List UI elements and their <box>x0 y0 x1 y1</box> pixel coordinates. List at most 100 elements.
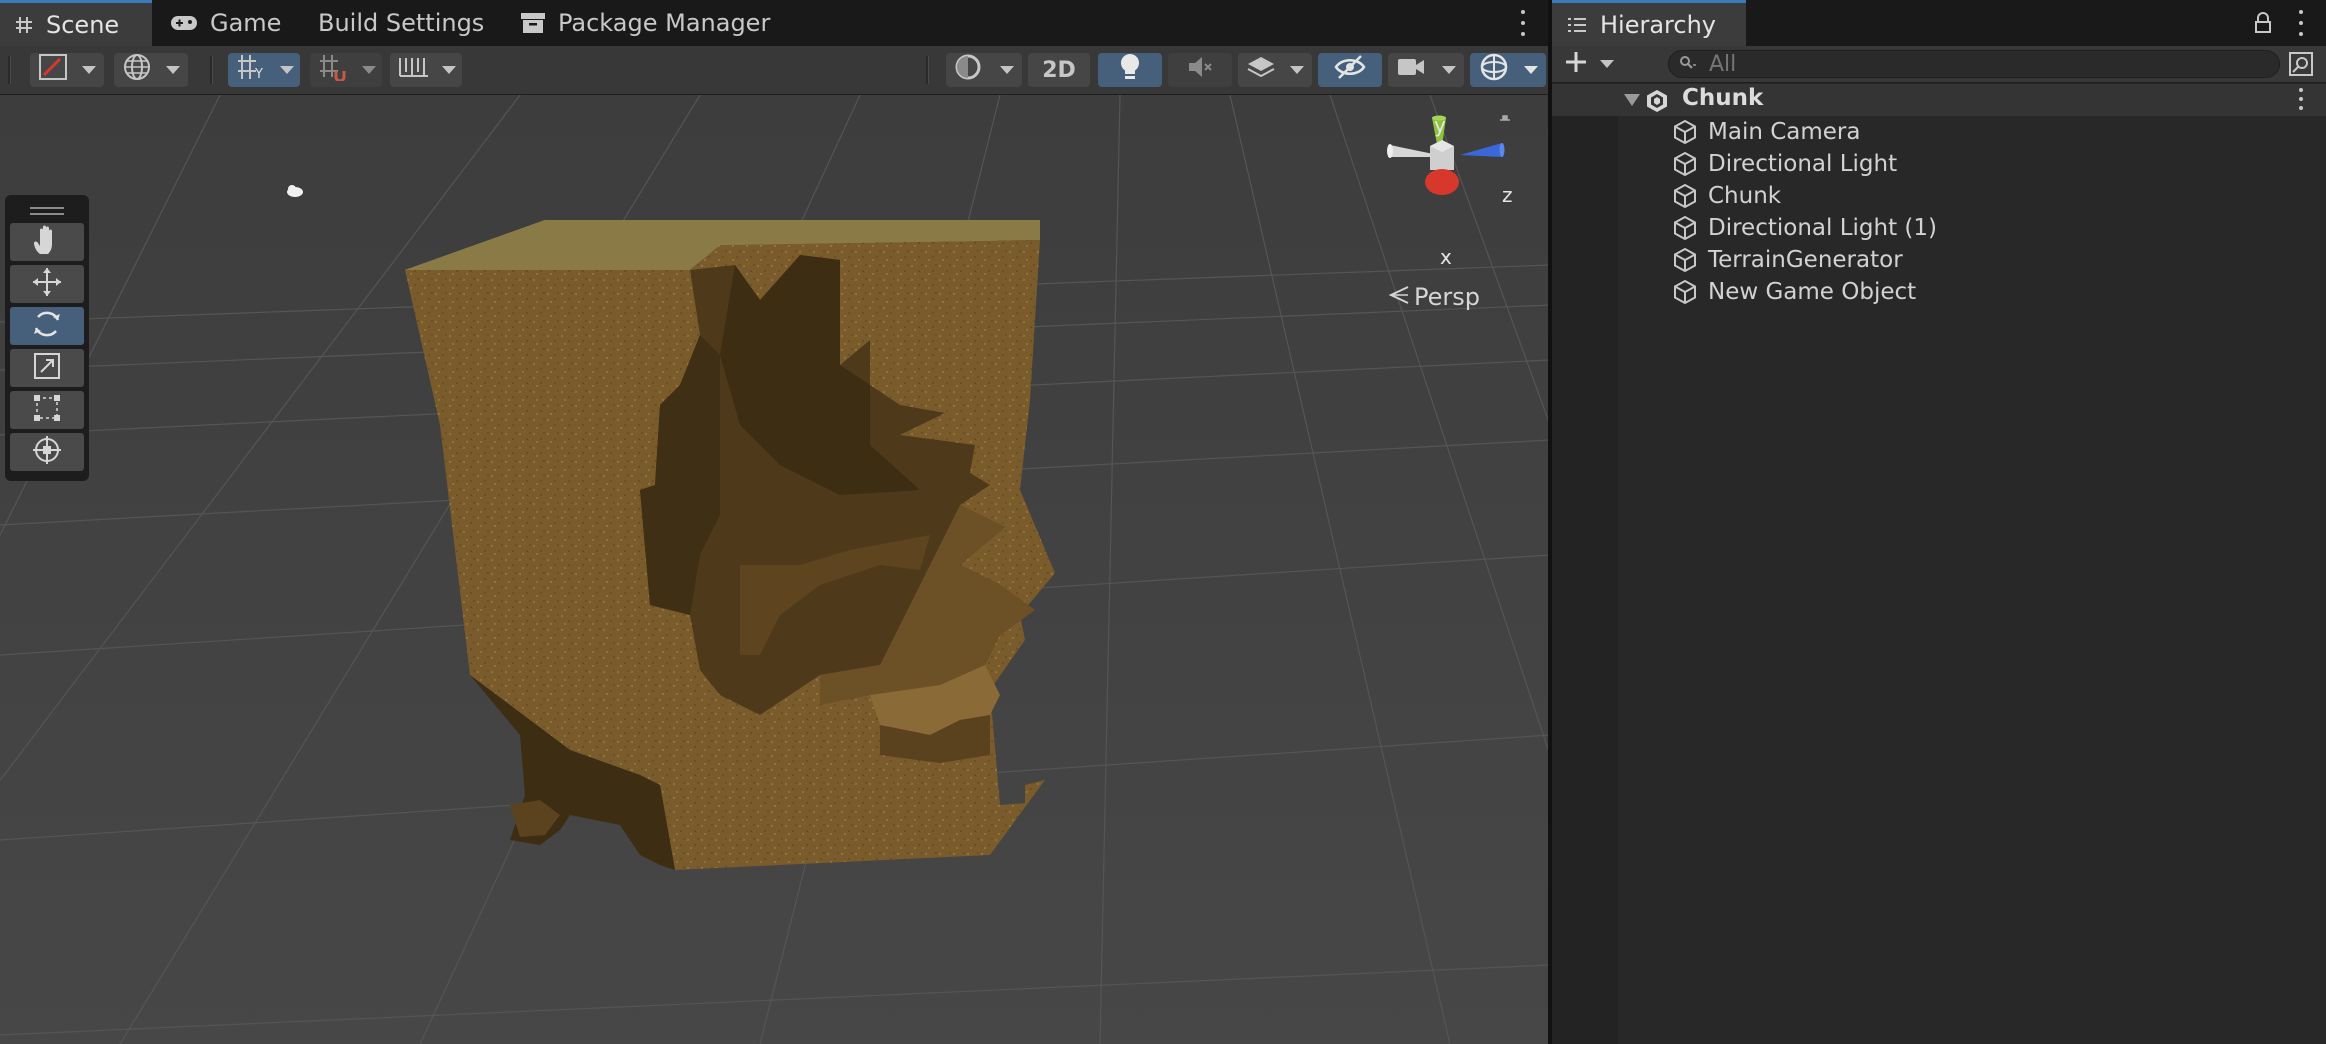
camera-icon <box>1396 55 1426 85</box>
hierarchy-gutter <box>1552 84 1618 1044</box>
chevron-down-icon <box>1290 66 1304 74</box>
rect-tool-button[interactable] <box>10 391 84 429</box>
list-item[interactable]: Main Camera <box>1672 116 1860 148</box>
chevron-down-icon <box>1442 66 1456 74</box>
grid-axis-icon: Y <box>236 53 268 87</box>
tools-palette <box>5 195 89 481</box>
scene-tabbar: Scene Game Build Settings Package Manage… <box>0 0 1550 47</box>
draw-mode-icon <box>38 53 68 87</box>
move-tool-button[interactable] <box>10 265 84 303</box>
search-icon <box>1679 52 1699 77</box>
ruler-dropdown[interactable] <box>390 53 462 87</box>
list-item[interactable]: New Game Object <box>1672 276 1916 308</box>
package-icon <box>520 12 546 34</box>
toolbar-separator <box>210 56 213 84</box>
chevron-down-icon <box>442 66 456 74</box>
tab-build-settings[interactable]: Build Settings <box>304 0 498 46</box>
snap-magnet-icon <box>318 53 348 87</box>
effects-dropdown[interactable] <box>1238 53 1312 87</box>
tab-package-manager[interactable]: Package Manager <box>506 0 784 46</box>
lock-icon[interactable] <box>2254 12 2272 38</box>
perspective-chevron-icon <box>1388 283 1410 311</box>
gizmo-y-label: y <box>1434 113 1446 137</box>
scene-visibility-toggle-button[interactable] <box>1318 53 1382 87</box>
projection-label: Persp <box>1414 283 1480 311</box>
list-item-label: Directional Light (1) <box>1708 215 1937 241</box>
shading-mode-dropdown[interactable] <box>946 53 1022 87</box>
hierarchy-search[interactable] <box>1668 50 2280 78</box>
2d-label: 2D <box>1042 57 1076 83</box>
chevron-down-icon <box>166 66 180 74</box>
scene-camera-dropdown[interactable] <box>1388 53 1464 87</box>
projection-toggle[interactable]: Persp <box>1388 283 1480 311</box>
list-item[interactable]: Chunk <box>1672 180 1781 212</box>
scene-root-row[interactable]: Chunk <box>1552 84 2326 116</box>
tab-label: Package Manager <box>558 9 771 37</box>
list-item[interactable]: Directional Light (1) <box>1672 212 1937 244</box>
list-item[interactable]: Directional Light <box>1672 148 1897 180</box>
transform-tool-button[interactable] <box>10 433 84 471</box>
tab-hierarchy[interactable]: Hierarchy <box>1552 0 1746 46</box>
list-item[interactable]: TerrainGenerator <box>1672 244 1903 276</box>
chevron-down-icon <box>82 66 96 74</box>
hierarchy-title: Hierarchy <box>1600 10 1717 39</box>
draw-mode-dropdown[interactable] <box>30 53 104 87</box>
list-item-label: Chunk <box>1708 183 1782 209</box>
2d-toggle-button[interactable]: 2D <box>1028 53 1090 87</box>
scene-render <box>0 95 1550 1044</box>
toolbar-separator <box>8 56 11 84</box>
hierarchy-more-menu-button[interactable] <box>2296 10 2306 36</box>
chevron-down-icon <box>362 66 376 74</box>
tab-scene[interactable]: Scene <box>0 0 152 46</box>
sphere-shading-icon <box>954 53 982 87</box>
tab-label: Scene <box>46 10 120 39</box>
scene-toolbar: Y 2D <box>0 46 1550 95</box>
gameobject-cube-icon <box>1672 183 1698 209</box>
search-input[interactable] <box>1707 50 2251 78</box>
list-item-label: TerrainGenerator <box>1708 247 1903 273</box>
incremental-snap-dropdown[interactable] <box>310 53 382 87</box>
eye-hidden-icon <box>1334 54 1366 86</box>
gameobject-cube-icon <box>1672 279 1698 305</box>
chevron-down-icon <box>280 66 294 74</box>
gameobject-cube-icon <box>1672 215 1698 241</box>
scale-tool-button[interactable] <box>10 349 84 387</box>
gameobject-cube-icon <box>1672 151 1698 177</box>
hand-tool-button[interactable] <box>10 223 84 261</box>
svg-text:Y: Y <box>254 67 263 81</box>
scene-root-menu-button[interactable] <box>2296 88 2306 110</box>
scene-search-icon[interactable] <box>2288 51 2314 81</box>
list-item-label: Main Camera <box>1708 119 1861 145</box>
move-arrows-icon <box>31 266 63 302</box>
audio-toggle-button[interactable] <box>1168 53 1232 87</box>
rotate-tool-button[interactable] <box>10 307 84 345</box>
gizmo-x-label: x <box>1440 245 1452 269</box>
expand-triangle-icon[interactable] <box>1624 94 1640 106</box>
orientation-gizmo[interactable] <box>1370 110 1540 280</box>
gizmo-z-label: z <box>1502 183 1513 207</box>
gizmos-dropdown[interactable] <box>1470 53 1546 87</box>
ruler-icon <box>398 54 430 86</box>
tab-game[interactable]: Game <box>156 0 295 46</box>
speaker-muted-icon <box>1186 54 1214 86</box>
create-dropdown-button[interactable] <box>1564 50 1618 78</box>
gameobject-cube-icon <box>1672 247 1698 273</box>
scene-root-label: Chunk <box>1682 85 1764 111</box>
list-icon <box>1566 16 1588 34</box>
scene-more-menu-button[interactable] <box>1518 10 1528 36</box>
grid-snapping-dropdown[interactable]: Y <box>228 53 300 87</box>
rotate-icon <box>31 308 63 344</box>
list-item-label: Directional Light <box>1708 151 1898 177</box>
global-local-dropdown[interactable] <box>114 53 188 87</box>
scene-viewport[interactable]: y z x Persp <box>0 95 1550 1044</box>
lightbulb-icon <box>1119 52 1141 88</box>
palette-drag-handle[interactable] <box>10 203 84 219</box>
gameobject-cube-icon <box>1672 119 1698 145</box>
hash-icon <box>14 15 34 35</box>
lighting-toggle-button[interactable] <box>1098 53 1162 87</box>
hierarchy-tabbar: Hierarchy <box>1552 0 2326 47</box>
rect-transform-icon <box>32 393 62 427</box>
hand-icon <box>32 224 62 260</box>
plus-icon <box>1564 50 1588 78</box>
gamepad-icon <box>170 14 198 32</box>
